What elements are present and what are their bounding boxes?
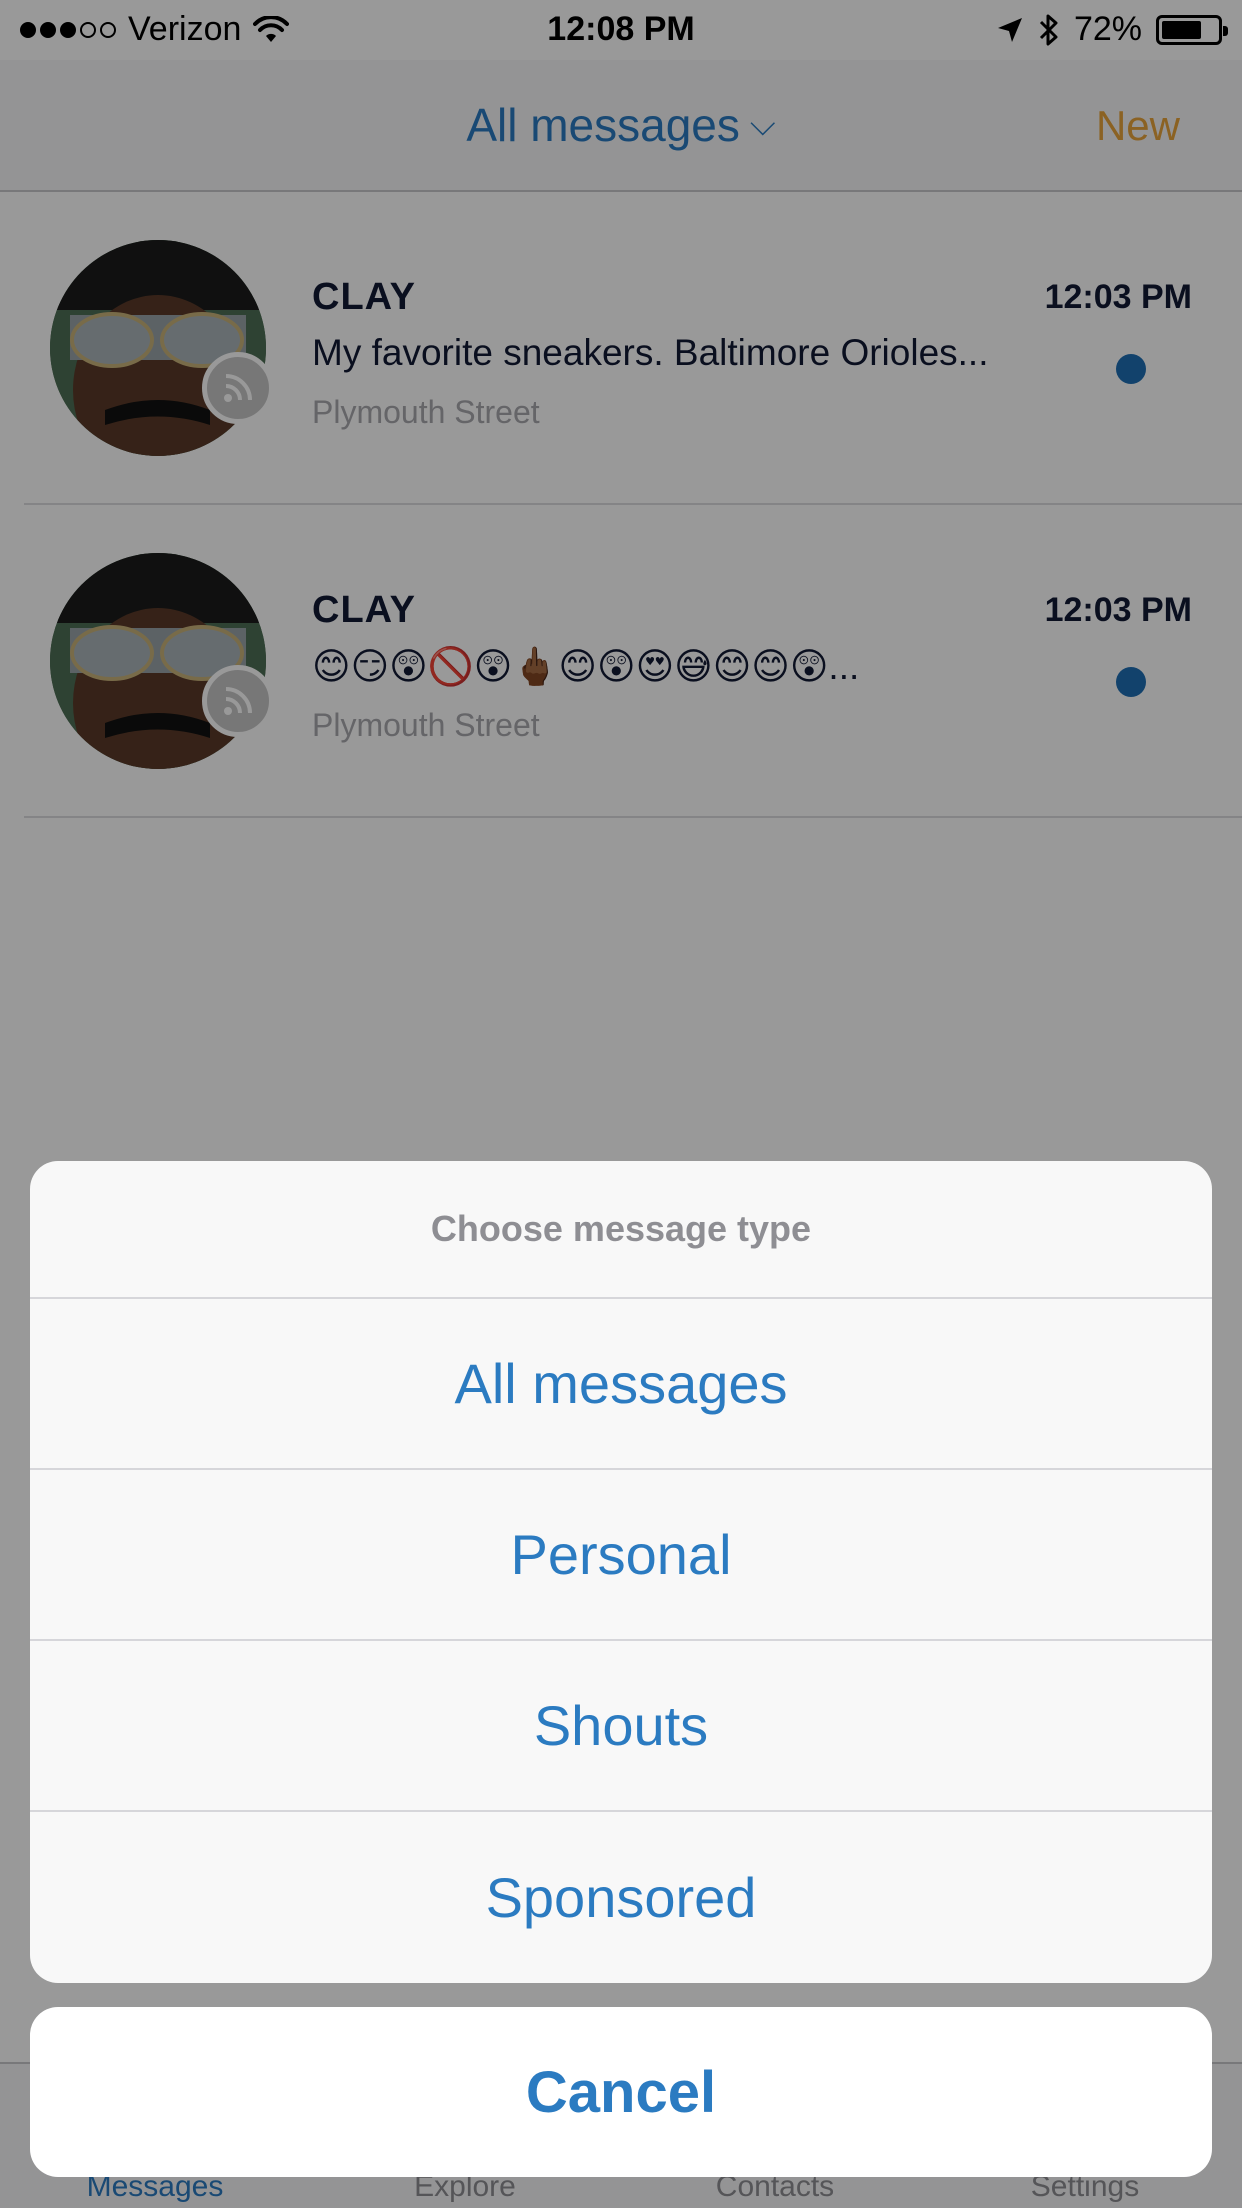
action-sheet-title: Choose message type [30, 1161, 1212, 1299]
option-personal[interactable]: Personal [30, 1470, 1212, 1641]
cancel-button[interactable]: Cancel [30, 2007, 1212, 2177]
action-sheet: Choose message type All messages Persona… [30, 1161, 1212, 1983]
option-all-messages[interactable]: All messages [30, 1299, 1212, 1470]
option-shouts[interactable]: Shouts [30, 1641, 1212, 1812]
option-sponsored[interactable]: Sponsored [30, 1812, 1212, 1982]
